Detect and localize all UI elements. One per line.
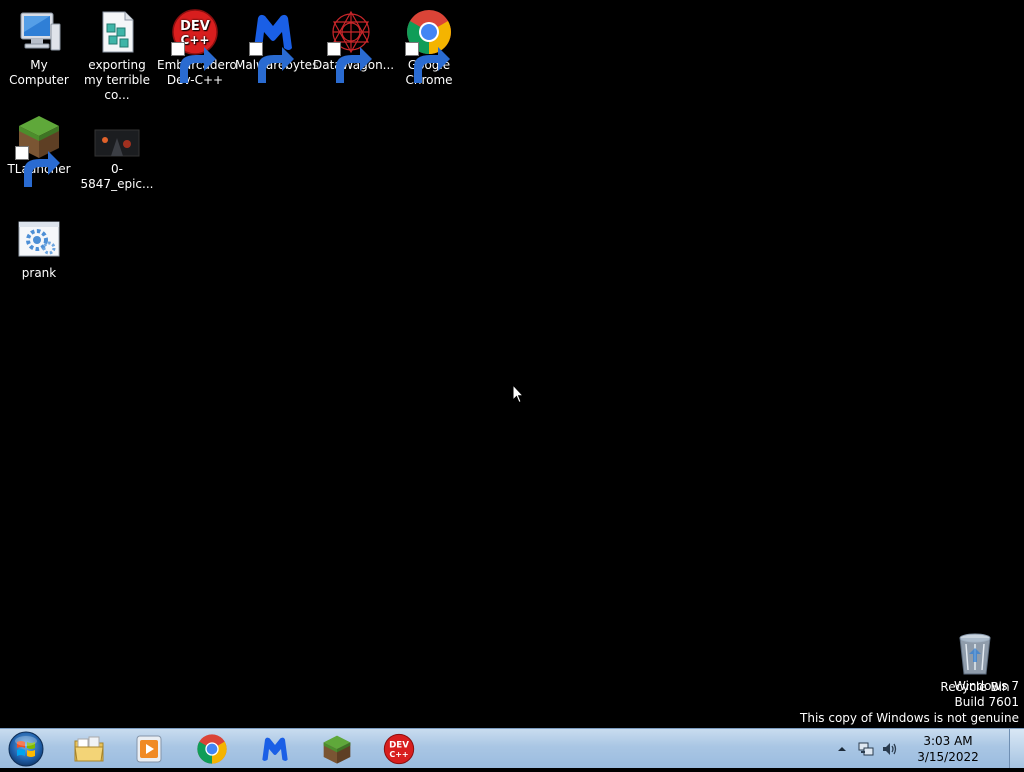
taskbar-clock[interactable]: 3:03 AM 3/15/2022 — [908, 733, 988, 765]
image-thumbnail-icon — [93, 112, 141, 160]
svg-text:DEV: DEV — [389, 741, 409, 751]
taskbar-google-chrome[interactable] — [185, 731, 239, 767]
taskbar-explorer[interactable] — [62, 731, 116, 767]
taskbar-tlauncher[interactable] — [310, 731, 364, 767]
watermark-not-genuine: This copy of Windows is not genuine — [800, 711, 1019, 725]
clock-date: 3/15/2022 — [917, 750, 979, 764]
taskbar-media-player[interactable] — [122, 731, 176, 767]
desktop-icon-label: 0-5847_epic... — [80, 162, 154, 191]
desktop-icon-tlauncher[interactable]: TLauncher — [0, 112, 78, 187]
desktop-icon-label: My Computer — [9, 58, 69, 87]
windows-genuine-watermark: Windows 7 Build 7601 This copy of Window… — [800, 678, 1019, 726]
media-player-icon — [136, 735, 162, 763]
network-icon — [858, 742, 874, 756]
svg-text:DEV: DEV — [180, 19, 210, 34]
chrome-icon — [405, 8, 453, 83]
desktop-icon-image-file[interactable]: 0-5847_epic... — [78, 112, 156, 192]
shortcut-arrow-icon — [327, 42, 372, 83]
tlauncher-icon — [323, 735, 351, 764]
devcpp-icon: DEV C++ — [383, 733, 415, 765]
shortcut-arrow-icon — [171, 42, 216, 83]
desktop-icon-devcpp[interactable]: DEV C++ Embarcadero Dev-C++ — [156, 8, 237, 88]
show-desktop-button[interactable] — [1009, 729, 1024, 768]
desktop-icon-exporting[interactable]: exporting my terrible co... — [78, 8, 156, 103]
computer-icon — [15, 8, 63, 56]
taskbar-malwarebytes[interactable] — [248, 731, 302, 767]
svg-text:C++: C++ — [389, 750, 408, 759]
shortcut-arrow-icon — [405, 42, 450, 83]
settings-file-icon — [15, 216, 63, 264]
desktop-icon-datawagon[interactable]: DataWagon... — [312, 8, 394, 83]
shortcut-arrow-icon — [249, 42, 294, 83]
shortcut-arrow-icon — [15, 146, 60, 187]
chevron-up-icon — [838, 747, 846, 751]
desktop[interactable]: My Computer exporting my terrible co... … — [0, 0, 1024, 728]
malwarebytes-icon — [262, 737, 288, 761]
watermark-os-name: Windows 7 — [953, 679, 1019, 693]
windows-logo-icon — [8, 731, 44, 767]
watermark-build: Build 7601 — [954, 695, 1019, 709]
registry-file-icon — [93, 8, 141, 56]
malwarebytes-icon — [249, 8, 297, 83]
network-tray-button[interactable] — [857, 740, 875, 758]
start-button[interactable] — [6, 730, 46, 768]
chrome-icon — [197, 734, 227, 764]
desktop-icon-my-computer[interactable]: My Computer — [0, 8, 78, 88]
volume-tray-button[interactable] — [881, 740, 899, 758]
explorer-icon — [74, 736, 104, 762]
desktop-icon-prank[interactable]: prank — [0, 216, 78, 281]
tlauncher-icon — [15, 112, 63, 187]
datawagon-icon — [327, 8, 375, 83]
desktop-icon-google-chrome[interactable]: Google Chrome — [390, 8, 468, 88]
recycle-bin-icon — [951, 630, 999, 678]
clock-time: 3:03 AM — [923, 734, 973, 748]
speaker-icon — [883, 743, 897, 755]
taskbar-devcpp[interactable]: DEV C++ — [372, 731, 426, 767]
taskbar: DEV C++ 3:03 AM 3/15/2022 — [0, 728, 1024, 768]
desktop-icon-label: exporting my terrible co... — [83, 58, 151, 102]
desktop-icon-label: prank — [21, 266, 57, 280]
desktop-icon-malwarebytes[interactable]: Malwarebytes — [234, 8, 318, 83]
mouse-cursor-icon — [512, 384, 524, 404]
devcpp-icon: DEV C++ — [171, 8, 219, 83]
show-hidden-icons-button[interactable] — [833, 740, 851, 758]
system-tray: 3:03 AM 3/15/2022 — [830, 729, 988, 769]
